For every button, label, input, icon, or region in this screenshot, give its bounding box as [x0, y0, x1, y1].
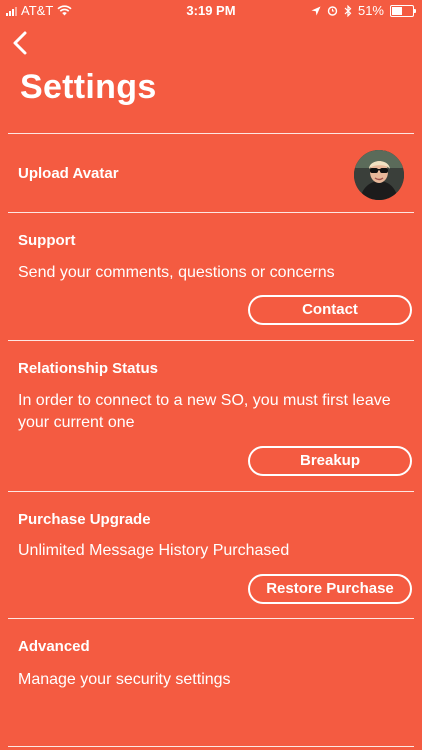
support-label: Support	[18, 232, 76, 249]
contact-button[interactable]: Contact	[248, 295, 412, 325]
battery-icon	[390, 4, 416, 17]
advanced-label[interactable]: Advanced	[18, 638, 90, 655]
divider	[8, 340, 414, 341]
divider	[8, 746, 414, 747]
avatar[interactable]	[354, 150, 404, 200]
bluetooth-icon	[344, 4, 352, 17]
divider	[8, 212, 414, 213]
divider	[8, 491, 414, 492]
divider	[8, 618, 414, 619]
relationship-status-label: Relationship Status	[18, 360, 159, 377]
divider	[8, 133, 414, 134]
restore-purchase-button[interactable]: Restore Purchase	[248, 574, 412, 604]
purchase-description: Unlimited Message History Purchased	[18, 542, 290, 559]
upload-avatar-label[interactable]: Upload Avatar	[18, 165, 119, 182]
relationship-description: In order to connect to a new SO, you mus…	[18, 392, 391, 431]
status-bar-right: 51%	[311, 3, 416, 18]
chevron-left-icon[interactable]	[10, 30, 32, 56]
battery-level-fill	[392, 6, 403, 15]
avatar-image	[354, 150, 404, 200]
advanced-description[interactable]: Manage your security settings	[18, 669, 404, 691]
status-bar: AT&T 3:19 PM 51%	[0, 0, 422, 22]
location-icon	[311, 6, 321, 15]
support-description: Send your comments, questions or concern…	[18, 264, 335, 281]
breakup-button[interactable]: Breakup	[248, 446, 412, 476]
alarm-icon	[327, 6, 338, 16]
page-title: Settings	[20, 68, 157, 106]
purchase-upgrade-label: Purchase Upgrade	[18, 511, 151, 528]
battery-percent: 51%	[357, 3, 384, 18]
